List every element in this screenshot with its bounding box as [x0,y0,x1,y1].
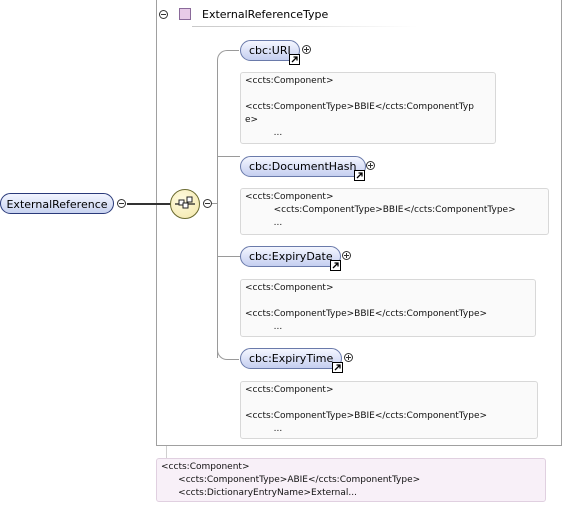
child-element-label: cbc:ExpiryTime [249,352,334,365]
child-element-document-hash[interactable]: cbc:DocumentHash [240,156,366,177]
reference-arrow-icon [330,260,341,271]
annotation-line: <ccts:ComponentType>BBIE</ccts:Component… [245,102,474,112]
expand-uri-icon[interactable] [302,45,311,54]
expand-document-hash-icon[interactable] [366,161,375,170]
expand-expiry-date-icon[interactable] [342,251,351,260]
expand-expiry-time-icon[interactable] [344,353,353,362]
child-element-expiry-time[interactable]: cbc:ExpiryTime [240,348,342,369]
annotation-line: <ccts:ComponentType>ABIE</ccts:Component… [178,475,421,485]
child-element-label: cbc:DocumentHash [249,160,357,173]
annotation-line: <ccts:Component> [245,385,334,395]
annotation-line: <ccts:Component> [161,462,250,472]
sequence-compositor-icon[interactable] [170,189,200,219]
annotation-type: <ccts:Component> <ccts:ComponentType>ABI… [156,458,546,502]
annotation-line: e> [245,115,259,125]
annotation-expiry-time: <ccts:Component> <ccts:ComponentType>BBI… [240,381,538,439]
annotation-line: <ccts:Component> [245,76,334,86]
annotation-ellipsis: ... [273,424,283,434]
annotation-line: <ccts:ComponentType>BBIE</ccts:Component… [245,309,488,319]
annotation-line: <ccts:ComponentType>BBIE</ccts:Component… [245,411,488,421]
annotation-ellipsis: ... [273,218,283,228]
root-connector-line [127,203,171,205]
annotation-uri: <ccts:Component> <ccts:ComponentType>BBI… [240,72,496,144]
root-collapse-icon[interactable] [117,199,126,208]
child-element-expiry-date[interactable]: cbc:ExpiryDate [240,246,341,267]
trunk-top-corner [217,50,239,62]
child-element-label: cbc:ExpiryDate [249,250,333,263]
annotation-line: <ccts:DictionaryEntryName>External... [178,488,357,498]
annotation-document-hash: <ccts:Component> <ccts:ComponentType>BBI… [240,188,549,235]
annotation-line: <ccts:ComponentType>BBIE</ccts:Component… [273,205,516,215]
complex-type-icon [179,8,191,20]
trunk-bottom-corner [217,348,239,360]
sequence-collapse-icon[interactable] [203,199,212,208]
type-collapse-icon[interactable] [159,10,168,19]
reference-arrow-icon [289,54,300,65]
annotation-line: <ccts:Component> [245,283,334,293]
root-element-external-reference[interactable]: ExternalReference [0,193,114,214]
annotation-ellipsis: ... [273,322,283,332]
annotation-line: <ccts:Component> [245,192,334,202]
type-annotation-connector [166,446,167,458]
annotation-expiry-date: <ccts:Component> <ccts:ComponentType>BBI… [240,279,536,337]
branch-line-expiry-date [218,256,240,257]
branch-line-document-hash [218,156,240,157]
annotation-ellipsis: ... [273,128,283,138]
reference-arrow-icon [332,362,343,373]
child-element-label: cbc:URI [249,44,291,57]
reference-arrow-icon [354,170,365,181]
type-title: ExternalReferenceType [202,8,329,21]
type-title-underline [192,26,417,27]
root-element-label: ExternalReference [6,198,108,211]
sequence-trunk-line [217,60,218,358]
